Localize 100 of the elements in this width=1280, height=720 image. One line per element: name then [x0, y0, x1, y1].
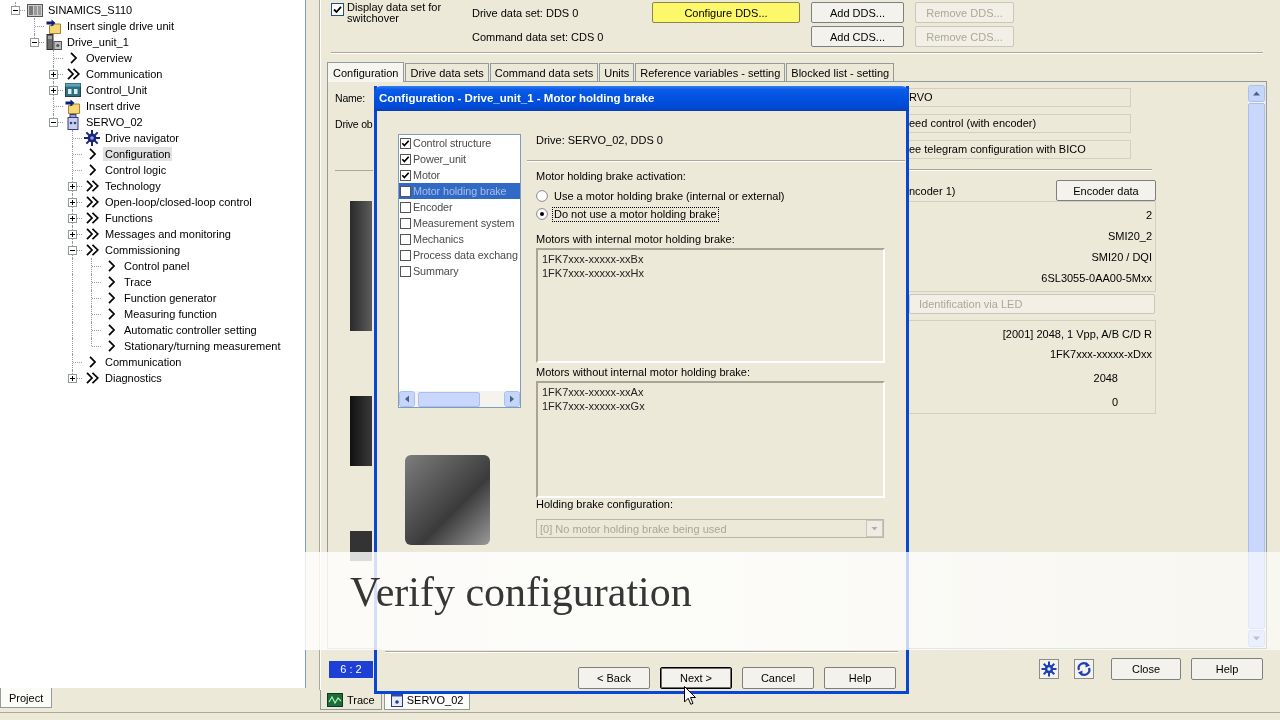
tree-toggle-icon[interactable]	[49, 118, 58, 127]
encoder-label: ncoder 1)	[909, 184, 956, 197]
tree-toggle-icon[interactable]	[11, 6, 20, 15]
checkbox[interactable]	[331, 3, 344, 16]
tab[interactable]: Drive data sets	[405, 63, 489, 81]
radio-option[interactable]: Use a motor holding brake (internal or external)	[536, 187, 786, 205]
checkbox[interactable]	[400, 185, 411, 197]
step-item[interactable]: Motor	[399, 167, 520, 183]
value-text: 2	[1144, 208, 1153, 223]
refresh-icon[interactable]	[1074, 659, 1094, 679]
data-set-button[interactable]: Add DDS...	[811, 2, 904, 23]
window-tab[interactable]: Trace	[320, 690, 382, 710]
tab[interactable]: Configuration	[327, 62, 405, 82]
tree-item[interactable]: Stationary/turning measurement	[122, 339, 283, 353]
checkbox[interactable]	[400, 217, 411, 229]
pane-tab[interactable]: Project	[0, 688, 53, 708]
tree-item[interactable]: SERVO_02	[84, 115, 145, 129]
tree-item[interactable]: Messages and monitoring	[103, 227, 233, 241]
action-button[interactable]: Close	[1111, 658, 1181, 680]
folder-arrow-icon	[46, 18, 62, 34]
tree-item[interactable]: Functions	[103, 211, 155, 225]
list-item[interactable]: 1FK7xxx-xxxxx-xxGx	[542, 399, 879, 413]
checkbox-label: Display data set for switchover	[347, 2, 443, 24]
list-item[interactable]: 1FK7xxx-xxxxx-xxHx	[542, 266, 879, 280]
tree-toggle-icon[interactable]	[49, 86, 58, 95]
field-label: Drive ob	[335, 118, 373, 131]
value-text: SMI20_2	[1106, 229, 1153, 244]
value-text: [2001] 2048, 1 Vpp, A/B C/D R	[1001, 327, 1153, 342]
scrollbar-thumb[interactable]	[418, 391, 480, 407]
dialog-button[interactable]: Cancel	[742, 667, 814, 689]
chevron-icon	[107, 324, 115, 336]
tree-item[interactable]: Communication	[103, 355, 184, 369]
drive-unit-icon	[46, 34, 62, 50]
tab[interactable]: Command data sets	[489, 63, 599, 81]
radio-option[interactable]: Do not use a motor holding brake	[536, 205, 786, 223]
radio-button[interactable]	[536, 208, 548, 220]
gear-icon[interactable]	[1039, 659, 1059, 679]
radio-button[interactable]	[536, 190, 548, 202]
checkbox[interactable]	[400, 249, 411, 261]
list-item[interactable]: 1FK7xxx-xxxxx-xxAx	[542, 385, 879, 399]
chevron-icon	[107, 292, 115, 304]
oscilloscope-icon	[327, 692, 343, 707]
checkbox[interactable]	[400, 265, 411, 277]
tree-toggle-icon[interactable]	[68, 198, 77, 207]
section-label: Motors with internal motor holding brake:	[536, 233, 735, 246]
step-item[interactable]: Encoder	[399, 199, 520, 215]
dialog-button[interactable]: Help	[824, 667, 896, 689]
checkbox[interactable]	[400, 201, 411, 213]
tree-toggle-icon[interactable]	[68, 230, 77, 239]
tree-item[interactable]: Technology	[103, 179, 163, 193]
tree-item[interactable]: Diagnostics	[103, 371, 164, 385]
checkbox[interactable]	[400, 153, 411, 165]
step-item[interactable]: Measurement system	[399, 215, 520, 231]
drive-label: Drive: SERVO_02, DDS 0	[535, 134, 664, 147]
action-button[interactable]: Help	[1191, 658, 1263, 680]
tree-item[interactable]: Automatic controller setting	[122, 323, 259, 337]
data-set-button[interactable]: Add CDS...	[811, 26, 904, 47]
step-item[interactable]: Summary	[399, 263, 520, 279]
tab[interactable]: Reference variables - setting	[635, 63, 786, 81]
checkbox[interactable]	[400, 233, 411, 245]
servo-module-icon	[67, 114, 79, 130]
tree-toggle-icon[interactable]	[30, 38, 39, 47]
checkbox[interactable]	[400, 137, 411, 149]
tree-item[interactable]: Trace	[122, 275, 154, 289]
tree-item[interactable]: Control logic	[103, 163, 169, 177]
list-item[interactable]: 1FK7xxx-xxxxx-xxBx	[542, 252, 879, 266]
step-item[interactable]: Mechanics	[399, 231, 520, 247]
tree-item[interactable]: Configuration	[103, 147, 173, 161]
tree-item[interactable]: Measuring function	[122, 307, 219, 321]
checkbox[interactable]	[400, 169, 411, 181]
tree-toggle-icon[interactable]	[68, 214, 77, 223]
tree-item[interactable]: Communication	[84, 67, 165, 81]
tab[interactable]: Blocked list - setting	[786, 63, 895, 81]
tree-item[interactable]: Drive_unit_1	[65, 35, 131, 49]
tree-toggle-icon[interactable]	[68, 182, 77, 191]
tree-item[interactable]: Insert drive	[84, 99, 143, 113]
value-field: ee telegram configuration with BICO	[909, 140, 1131, 159]
data-set-button[interactable]: Configure DDS...	[652, 2, 800, 23]
dialog-button[interactable]: Next >	[660, 667, 732, 689]
chevron-icon	[107, 340, 115, 352]
tree-item[interactable]: Function generator	[122, 291, 219, 305]
encoder-data-button[interactable]: Encoder data	[1056, 180, 1156, 201]
horizontal-scrollbar[interactable]	[399, 391, 520, 407]
tree-item[interactable]: Commissioning	[103, 243, 183, 257]
tree-item[interactable]: SINAMICS_S110	[46, 3, 135, 17]
step-item[interactable]: Process data exchang	[399, 247, 520, 263]
dialog-button[interactable]: < Back	[578, 667, 650, 689]
tree-item[interactable]: Drive navigator	[103, 131, 181, 145]
tab[interactable]: Units	[599, 63, 635, 81]
tree-item[interactable]: Open-loop/closed-loop control	[103, 195, 254, 209]
tree-item[interactable]: Overview	[84, 51, 134, 65]
tree-item[interactable]: Control panel	[122, 259, 192, 273]
tree-item[interactable]: Control_Unit	[84, 83, 150, 97]
tree-item[interactable]: Insert single drive unit	[65, 19, 176, 33]
device-rack-icon	[27, 3, 43, 17]
tree-toggle-icon[interactable]	[49, 70, 58, 79]
tree-toggle-icon[interactable]	[68, 246, 77, 255]
step-item[interactable]: Control structure	[399, 135, 520, 151]
tree-toggle-icon[interactable]	[68, 374, 77, 383]
step-item[interactable]: Power_unit	[399, 151, 520, 167]
